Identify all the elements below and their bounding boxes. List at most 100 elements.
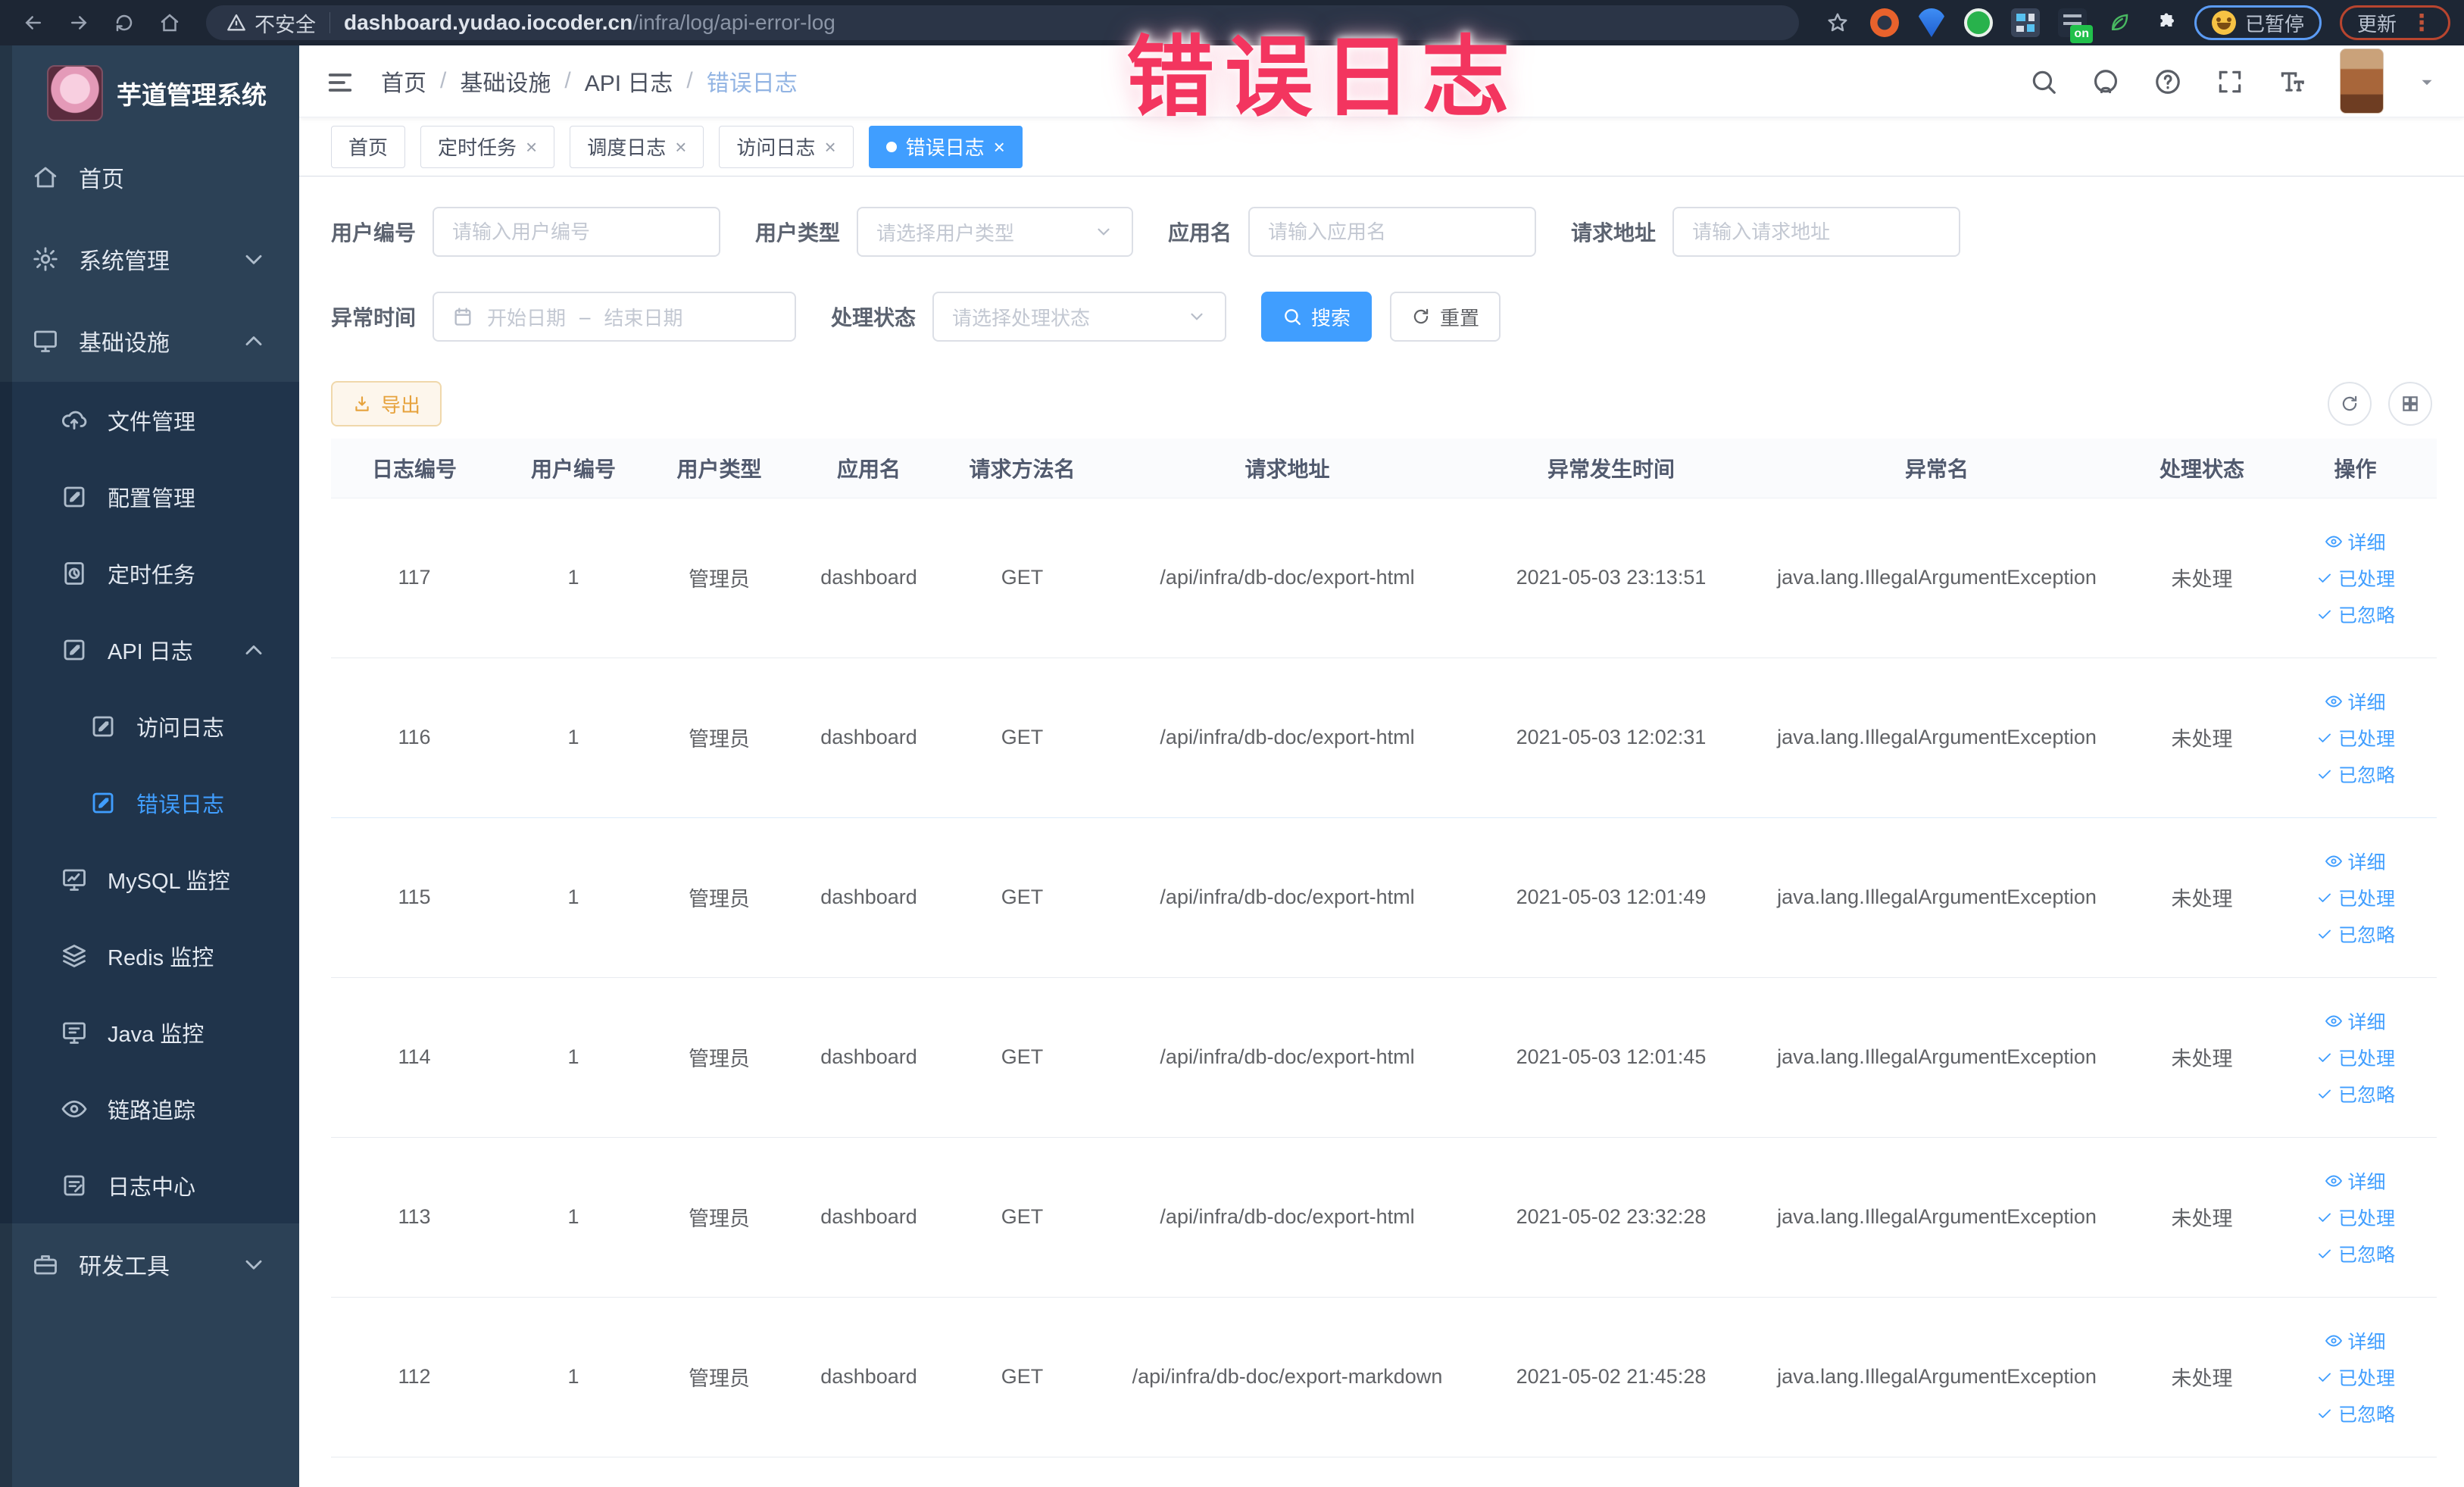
- update-button[interactable]: 更新 ⋮: [2339, 5, 2450, 40]
- user-id-input[interactable]: [433, 207, 721, 257]
- help-icon[interactable]: [2153, 65, 2182, 98]
- column-header: 异常发生时间: [1479, 439, 1744, 498]
- breadcrumb-item[interactable]: 首页: [381, 64, 426, 98]
- tab-错误日志[interactable]: 错误日志 ×: [868, 125, 1023, 168]
- table-row: 116 1 管理员 dashboard GET/api/infra/db-doc/exp…: [331, 657, 2437, 817]
- action-已处理[interactable]: 已处理: [2316, 1044, 2395, 1071]
- browser-home-icon[interactable]: [150, 5, 189, 40]
- cell-user_id: 1: [498, 497, 649, 658]
- sidebar-item-label: 基础设施: [79, 331, 170, 356]
- eye-sm-icon: [2325, 536, 2343, 547]
- action-已处理[interactable]: 已处理: [2316, 564, 2395, 592]
- sidebar-item-日志中心[interactable]: 日志中心: [0, 1147, 299, 1223]
- browser-menu-dots-icon[interactable]: ⋮: [2410, 10, 2433, 36]
- collapse-menu-icon[interactable]: [325, 64, 355, 98]
- action-已忽略[interactable]: 已忽略: [2316, 1400, 2395, 1427]
- tab-访问日志[interactable]: 访问日志 ×: [719, 125, 854, 168]
- avatar-caret-icon[interactable]: [2417, 70, 2437, 93]
- sidebar-item-文件管理[interactable]: 文件管理: [0, 382, 299, 458]
- github-icon[interactable]: [2091, 65, 2120, 98]
- process-status-select[interactable]: 请选择处理状态: [932, 292, 1227, 342]
- action-已处理[interactable]: 已处理: [2316, 884, 2395, 911]
- action-已忽略[interactable]: 已忽略: [2316, 1080, 2395, 1107]
- sidebar-item-首页[interactable]: 首页: [0, 136, 299, 218]
- breadcrumb-item[interactable]: API 日志: [585, 64, 673, 98]
- search-icon[interactable]: [2029, 65, 2058, 98]
- search-button[interactable]: 搜索: [1261, 292, 1373, 342]
- sidebar-item-API-日志[interactable]: API 日志: [0, 611, 299, 688]
- reset-button[interactable]: 重置: [1390, 292, 1501, 342]
- action-已处理[interactable]: 已处理: [2316, 1364, 2395, 1391]
- action-已处理[interactable]: 已处理: [2316, 724, 2395, 751]
- paused-extension-pill[interactable]: 已暂停: [2194, 5, 2322, 40]
- request-url-input[interactable]: [1672, 207, 1961, 257]
- sidebar-item-MySQL-监控[interactable]: MySQL 监控: [0, 841, 299, 917]
- cell-time: 2021-05-02 23:32:28: [1479, 1136, 1744, 1297]
- sidebar-item-系统管理[interactable]: 系统管理: [0, 218, 299, 300]
- action-详细[interactable]: 详细: [2325, 1327, 2386, 1354]
- fullscreen-icon[interactable]: [2216, 65, 2244, 98]
- action-已忽略[interactable]: 已忽略: [2316, 1240, 2395, 1267]
- sidebar-item-错误日志[interactable]: 错误日志: [0, 764, 299, 841]
- extensions-puzzle-icon[interactable]: [2152, 8, 2181, 37]
- close-icon[interactable]: ×: [675, 137, 686, 157]
- cell-app_name: dashboard: [789, 1296, 948, 1457]
- extension-green-icon[interactable]: [1963, 8, 1993, 37]
- browser-forward-icon[interactable]: [59, 5, 98, 40]
- cell-user_type: 管理员: [649, 976, 789, 1137]
- action-已忽略[interactable]: 已忽略: [2316, 761, 2395, 788]
- sidebar-item-label: Redis 监控: [108, 945, 214, 970]
- close-icon[interactable]: ×: [824, 137, 835, 157]
- action-详细[interactable]: 详细: [2325, 528, 2386, 555]
- close-icon[interactable]: ×: [526, 137, 537, 157]
- font-size-icon[interactable]: [2278, 65, 2306, 98]
- column-settings-button[interactable]: [2388, 382, 2432, 426]
- cell-id: 115: [331, 817, 498, 977]
- sidebar-item-定时任务[interactable]: 定时任务: [0, 535, 299, 611]
- extension-blue-icon[interactable]: [1916, 8, 1946, 37]
- export-button[interactable]: 导出: [331, 381, 442, 426]
- refresh-table-button[interactable]: [2328, 382, 2372, 426]
- date-range-picker[interactable]: 开始日期 – 结束日期: [433, 292, 797, 342]
- sidebar-item-配置管理[interactable]: 配置管理: [0, 458, 299, 535]
- extension-grid-icon[interactable]: [2010, 8, 2040, 37]
- browser-reload-icon[interactable]: [105, 5, 144, 40]
- action-详细[interactable]: 详细: [2325, 1167, 2386, 1195]
- extension-switch-icon[interactable]: on: [2057, 8, 2093, 43]
- close-icon[interactable]: ×: [994, 137, 1005, 157]
- sidebar-item-链路追踪[interactable]: 链路追踪: [0, 1070, 299, 1147]
- sidebar-item-Redis-监控[interactable]: Redis 监控: [0, 917, 299, 994]
- action-已处理[interactable]: 已处理: [2316, 1204, 2395, 1231]
- sidebar-item-研发工具[interactable]: 研发工具: [0, 1223, 299, 1305]
- action-已忽略[interactable]: 已忽略: [2316, 920, 2395, 948]
- site-security[interactable]: 不安全: [226, 8, 316, 38]
- action-详细[interactable]: 详细: [2325, 848, 2386, 875]
- breadcrumb-item[interactable]: 基础设施: [460, 64, 551, 98]
- address-bar[interactable]: 不安全 dashboard.yudao.iocoder.cn/infra/log…: [206, 5, 1799, 40]
- tab-首页[interactable]: 首页: [331, 125, 406, 168]
- bookmark-star-icon[interactable]: [1823, 8, 1852, 37]
- user-type-select[interactable]: 请选择用户类型: [857, 207, 1134, 257]
- sidebar-item-基础设施[interactable]: 基础设施: [0, 300, 299, 382]
- browser-back-icon[interactable]: [14, 5, 53, 40]
- tab-调度日志[interactable]: 调度日志 ×: [570, 125, 704, 168]
- tab-定时任务[interactable]: 定时任务 ×: [420, 125, 555, 168]
- user-avatar[interactable]: [2340, 48, 2384, 114]
- cell-actions: 详细 已处理 已忽略: [2274, 497, 2437, 658]
- edit-icon: [64, 486, 85, 507]
- app-logo[interactable]: 芋道管理系统: [0, 45, 299, 136]
- extension-orange-icon[interactable]: [1869, 8, 1899, 37]
- cell-url: /api/infra/db-doc/export-html: [1096, 817, 1479, 977]
- action-详细[interactable]: 详细: [2325, 1007, 2386, 1035]
- table-row: 114 1 管理员 dashboard GET/api/infra/db-doc/exp…: [331, 976, 2437, 1137]
- action-已忽略[interactable]: 已忽略: [2316, 601, 2395, 628]
- extension-leaf-icon[interactable]: [2105, 8, 2134, 37]
- app-name-input[interactable]: [1248, 207, 1537, 257]
- sidebar-item-label: MySQL 监控: [108, 869, 230, 894]
- cell-id: 116: [331, 657, 498, 817]
- action-详细[interactable]: 详细: [2325, 688, 2386, 715]
- sidebar-item-访问日志[interactable]: 访问日志: [0, 688, 299, 764]
- sidebar-item-Java-监控[interactable]: Java 监控: [0, 994, 299, 1070]
- table-header-row: 日志编号 用户编号 用户类型 应用名 请求方法名 请求地址 异常发生时间 异常名 处理状态 操作: [331, 439, 2437, 498]
- security-label: 不安全: [255, 13, 316, 36]
